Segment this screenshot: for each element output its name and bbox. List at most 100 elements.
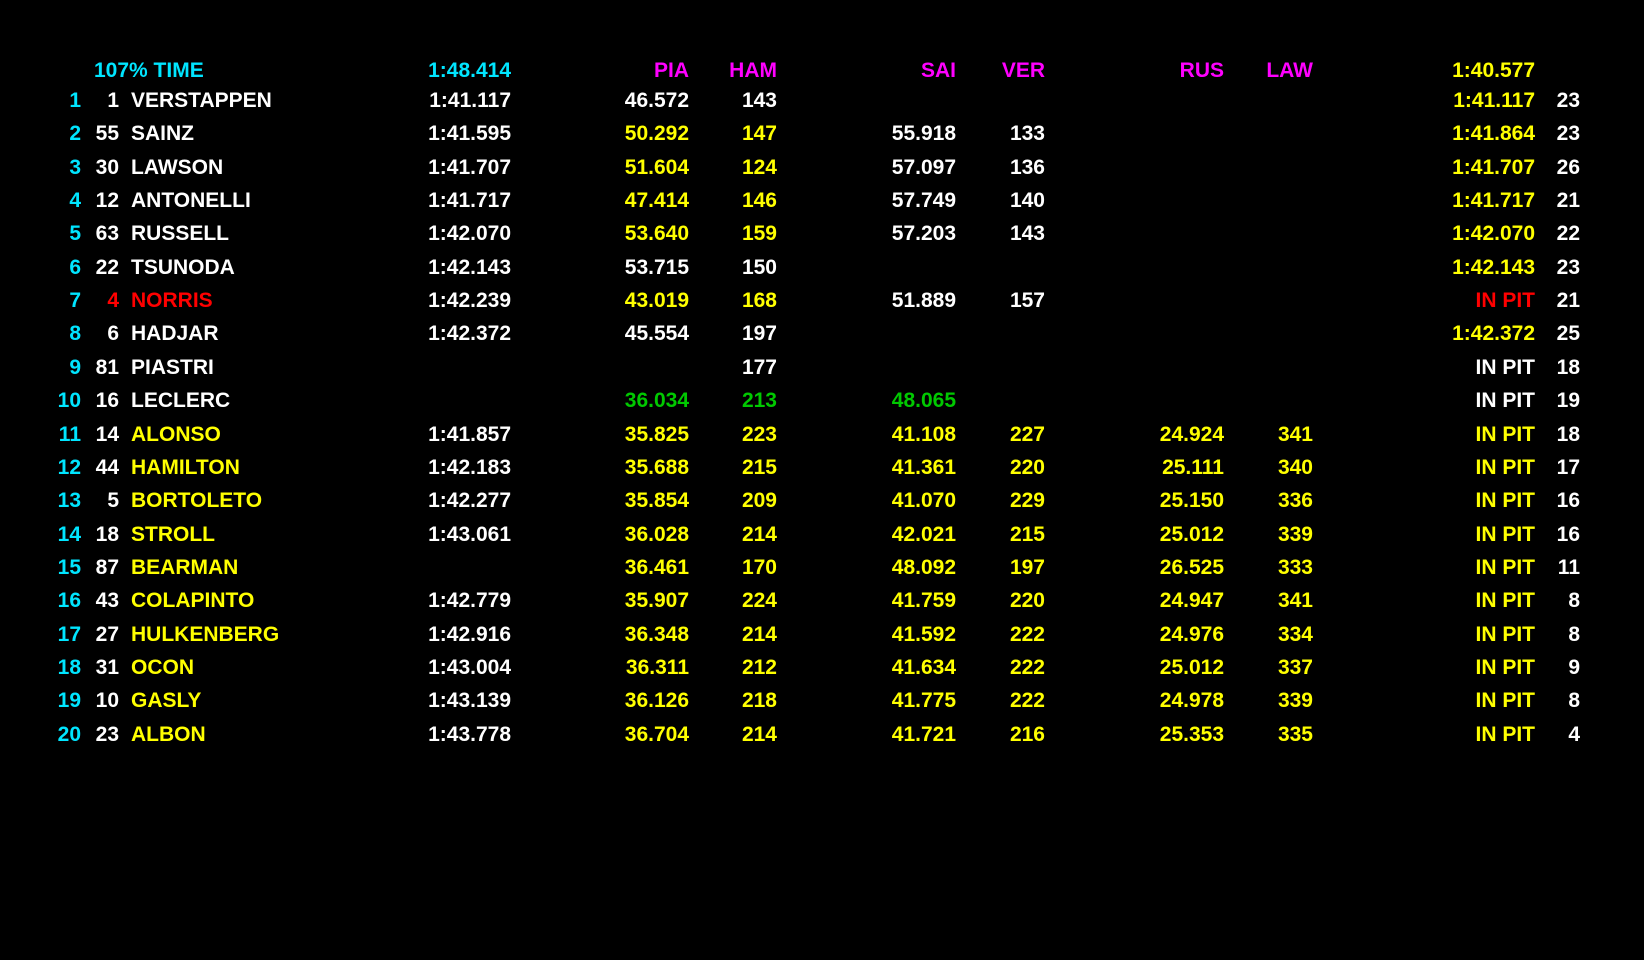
sector1-speed: 146 [741, 189, 777, 213]
position: 2 [69, 122, 81, 146]
sector2-time: 41.775 [891, 689, 956, 713]
sector3-time [1100, 217, 1224, 251]
lap-count: 8 [1568, 589, 1580, 613]
sector2-speed: 216 [1009, 722, 1045, 746]
sector3-speed: 333 [1277, 555, 1313, 579]
position: 20 [57, 722, 81, 746]
sector3-time [1100, 251, 1224, 285]
sector3-time [1100, 184, 1224, 218]
sector1-speed: 224 [741, 589, 777, 613]
lap-time: 1:43.139 [428, 689, 511, 713]
sector3-speed [1240, 351, 1313, 385]
table-row: 9 81 PIASTRI 177 IN PIT 18 [0, 351, 1644, 385]
sector2-time: 51.889 [891, 289, 956, 313]
sector1-time: 36.704 [624, 722, 689, 746]
sector3-time [1100, 384, 1224, 418]
car-number: 43 [95, 589, 119, 613]
sector2-speed: 140 [1009, 189, 1045, 213]
position: 9 [69, 355, 81, 379]
sector3-time [1100, 151, 1224, 185]
lap-time: 1:41.595 [428, 122, 511, 146]
sector1-speed: 177 [741, 355, 777, 379]
sector2-time: 48.092 [891, 555, 956, 579]
sector1-time: 35.825 [624, 422, 689, 446]
car-number: 22 [95, 255, 119, 279]
lap-count: 19 [1556, 389, 1580, 413]
table-row: 3 30 LAWSON 1:41.707 51.604 124 57.097 136 1:41.… [0, 151, 1644, 185]
lap-time [400, 551, 511, 585]
sector1-time: 36.126 [624, 689, 689, 713]
sector2-time: 41.108 [891, 422, 956, 446]
sector2-speed: 215 [1009, 522, 1045, 546]
car-number: 27 [95, 622, 119, 646]
sector3-speed [1240, 151, 1313, 185]
driver-name: PIASTRI [131, 355, 214, 379]
best-time: 1:42.070 [1452, 222, 1535, 246]
position: 17 [57, 622, 81, 646]
table-row: 20 23 ALBON 1:43.778 36.704 214 41.721 216 25.35… [0, 718, 1644, 752]
sector2-speed: 229 [1009, 489, 1045, 513]
driver-name: GASLY [131, 689, 202, 713]
position: 14 [57, 522, 81, 546]
sector2-speed: 197 [1009, 555, 1045, 579]
sector1-time [580, 351, 689, 385]
car-number: 4 [107, 289, 119, 313]
best-time: 1:42.143 [1452, 255, 1535, 279]
header-row: 107% TIME 1:48.414 PIA HAM SAI VER RUS L… [0, 54, 1644, 88]
best-time: IN PIT [1475, 355, 1535, 379]
lap-time: 1:41.857 [428, 422, 511, 446]
sector1-time: 36.311 [625, 655, 689, 679]
lap-time: 1:43.004 [428, 655, 511, 679]
sector2-time: 41.759 [891, 589, 956, 613]
table-row: 17 27 HULKENBERG 1:42.916 36.348 214 41.592 222… [0, 618, 1644, 652]
table-row: 6 22 TSUNODA 1:42.143 53.715 150 1:42.143 23 [0, 251, 1644, 285]
lap-time [400, 384, 511, 418]
sector1-speed: 214 [741, 522, 777, 546]
driver-name: COLAPINTO [131, 589, 255, 613]
best-time: 1:41.864 [1452, 122, 1535, 146]
sector1-time: 35.854 [624, 489, 689, 513]
sector3-speed [1240, 317, 1313, 351]
sector1-speed: 170 [741, 555, 777, 579]
best-time: IN PIT [1475, 655, 1535, 679]
car-number: 1 [107, 89, 119, 112]
position: 7 [69, 289, 81, 313]
lap-count: 21 [1556, 189, 1580, 213]
table-row: 15 87 BEARMAN 36.461 170 48.092 197 26.525 333 IN… [0, 551, 1644, 585]
position: 18 [57, 655, 81, 679]
sector3-speed: 339 [1277, 689, 1313, 713]
sector2-time [840, 351, 956, 385]
lap-count: 18 [1556, 422, 1580, 446]
car-number: 31 [95, 655, 119, 679]
sector3-time: 24.976 [1159, 622, 1224, 646]
sector2-time [840, 84, 956, 118]
sector3-time: 24.947 [1159, 589, 1224, 613]
driver-name: HADJAR [131, 322, 219, 346]
lap-time: 1:43.061 [428, 522, 511, 546]
sector2-speed: 143 [1009, 222, 1045, 246]
sector1-time: 36.034 [624, 389, 689, 413]
sector1-speed: 223 [741, 422, 777, 446]
sector1-speed: 212 [741, 655, 777, 679]
sector1-speed: 214 [741, 722, 777, 746]
car-number: 6 [107, 322, 119, 346]
timing-board: 107% TIME 1:48.414 PIA HAM SAI VER RUS L… [0, 0, 1644, 960]
sector3-speed: 340 [1277, 455, 1313, 479]
lap-count: 23 [1556, 89, 1580, 112]
sector2-time: 57.097 [891, 155, 956, 179]
sector1-speed: 124 [741, 155, 777, 179]
best-time: IN PIT [1475, 722, 1535, 746]
car-number: 18 [95, 522, 119, 546]
sector3-time: 24.978 [1159, 689, 1224, 713]
sector3-time [1100, 317, 1224, 351]
lap-time: 1:42.239 [428, 289, 511, 313]
sector1-time: 47.414 [624, 189, 689, 213]
sector3-speed-driver: LAW [1266, 59, 1313, 82]
sector3-time: 25.111 [1162, 455, 1224, 479]
best-time: IN PIT [1475, 589, 1535, 613]
sector2-time: 42.021 [891, 522, 956, 546]
sector2-time [840, 317, 956, 351]
lap-time: 1:41.717 [428, 189, 511, 213]
table-row: 1 1 VERSTAPPEN 1:41.117 46.572 143 1:41.117 23 [0, 84, 1644, 118]
sector3-speed: 335 [1277, 722, 1313, 746]
